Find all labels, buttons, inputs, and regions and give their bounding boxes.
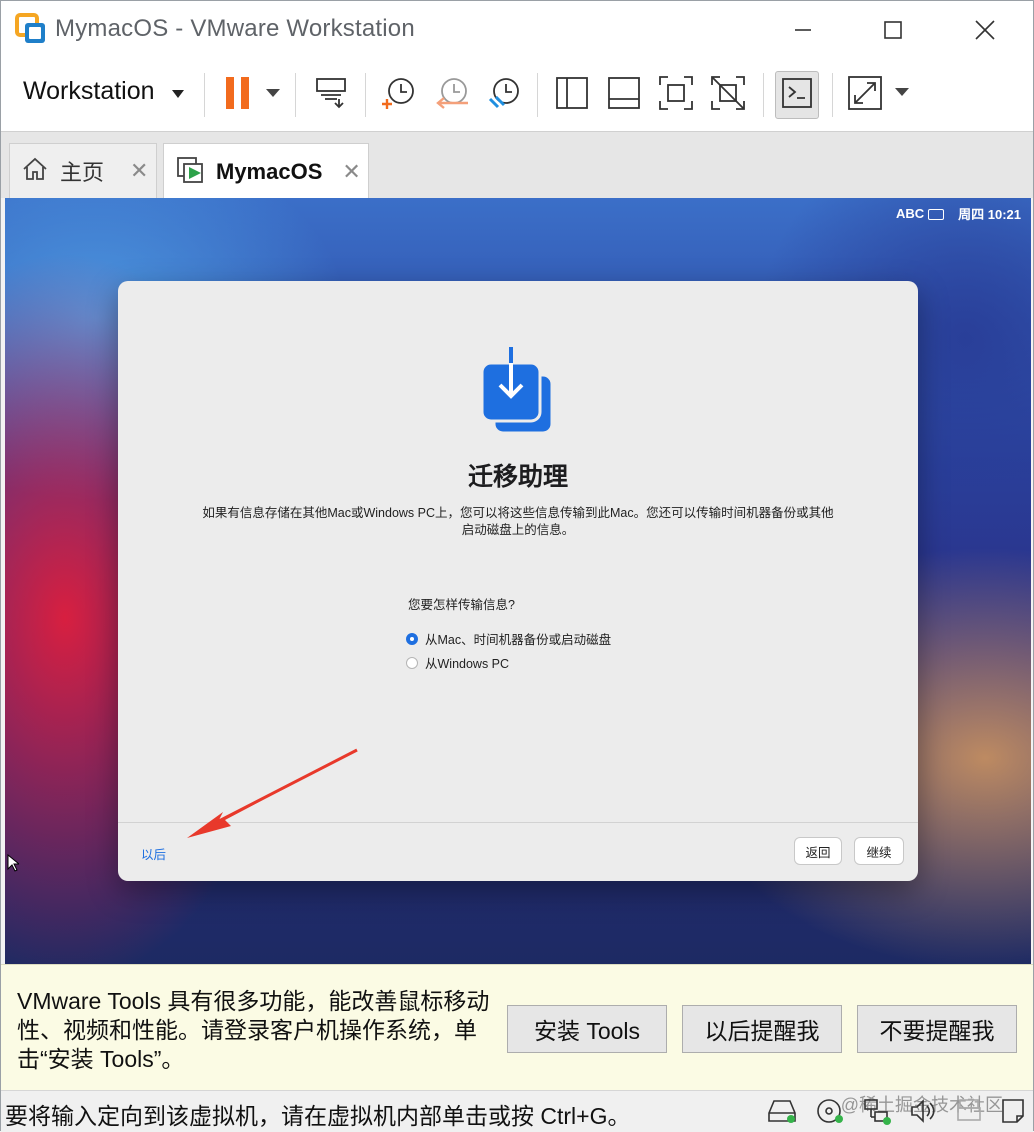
printer-icon[interactable] [955, 1097, 983, 1130]
tools-message: VMware Tools 具有很多功能，能改善鼠标移动性、视频和性能。请登录客户… [17, 988, 490, 1072]
take-snapshot-button[interactable] [376, 71, 422, 119]
manage-snapshots-icon [484, 73, 524, 118]
manage-snapshots-button[interactable] [481, 71, 527, 119]
stretch-guest-icon [845, 74, 911, 117]
vm-running-icon [176, 154, 206, 189]
toolbar-divider [365, 73, 366, 117]
full-screen-button[interactable] [653, 71, 699, 119]
take-snapshot-icon [379, 73, 419, 118]
device-status-icons [765, 1097, 1027, 1130]
tab-home-label: 主页 [60, 160, 105, 185]
sound-card-icon[interactable] [909, 1097, 939, 1130]
unity-icon [709, 74, 747, 117]
revert-snapshot-button[interactable] [429, 71, 475, 119]
toolbar-divider [295, 73, 296, 117]
chevron-down-icon [171, 77, 185, 106]
send-ctrl-alt-del-button[interactable] [306, 71, 356, 119]
home-icon [22, 156, 48, 187]
full-screen-icon [657, 74, 695, 117]
vm-guest-screen[interactable]: ABC 周四 10:21 迁移助理 如果有信息存储在其他Mac或Windows … [5, 198, 1031, 964]
workstation-menu[interactable]: Workstation [23, 77, 185, 106]
workstation-menu-label: Workstation [23, 77, 155, 105]
revert-snapshot-icon [432, 73, 472, 118]
show-library-button[interactable] [549, 71, 595, 119]
show-thumbnail-bar-button[interactable] [601, 71, 647, 119]
vmware-window: MymacOS - VMware Workstation Workstation [0, 0, 1034, 1132]
hard-disk-icon[interactable] [765, 1097, 799, 1130]
console-view-button[interactable] [775, 71, 819, 119]
toolbar-divider [763, 73, 764, 117]
remind-later-button[interactable]: 以后提醒我 [682, 1005, 842, 1053]
tab-mymacos-close-icon[interactable]: ✕ [342, 159, 360, 185]
message-log-icon[interactable] [999, 1097, 1027, 1130]
tab-mymacos-label: MymacOS [216, 158, 323, 184]
toolbar-divider [537, 73, 538, 117]
minimize-button[interactable] [773, 11, 833, 49]
stretch-guest-button[interactable] [843, 71, 913, 119]
network-adapter-icon[interactable] [861, 1097, 893, 1130]
tab-home[interactable]: 主页 ✕ [9, 143, 157, 198]
close-button[interactable] [955, 11, 1015, 49]
install-tools-button[interactable]: 安装 Tools [507, 1005, 667, 1053]
never-remind-button[interactable]: 不要提醒我 [857, 1005, 1017, 1053]
toolbar: Workstation [1, 59, 1033, 132]
vmware-tools-notification: VMware Tools 具有很多功能，能改善鼠标移动性、视频和性能。请登录客户… [1, 964, 1033, 1091]
vmware-logo-icon [15, 13, 47, 47]
pause-icon [222, 75, 282, 116]
pause-button[interactable] [219, 71, 285, 119]
send-ctrl-alt-del-icon [311, 73, 351, 118]
tab-home-close-icon[interactable]: ✕ [130, 158, 148, 184]
tab-mymacos[interactable]: MymacOS ✕ [163, 143, 369, 199]
show-library-icon [554, 75, 590, 116]
title-bar: MymacOS - VMware Workstation [1, 1, 1033, 59]
show-thumbnail-bar-icon [606, 75, 642, 116]
annotation-arrow [187, 748, 358, 838]
console-view-icon [780, 76, 814, 115]
window-title: MymacOS - VMware Workstation [55, 15, 415, 42]
toolbar-divider [204, 73, 205, 117]
status-message: 要将输入定向到该虚拟机，请在虚拟机内部单击或按 Ctrl+G。 [5, 1103, 631, 1129]
maximize-button[interactable] [863, 11, 923, 49]
toolbar-divider [832, 73, 833, 117]
cd-dvd-icon[interactable] [815, 1097, 845, 1130]
mouse-cursor-icon [7, 853, 21, 877]
unity-button[interactable] [705, 71, 751, 119]
tab-strip: 主页 ✕ MymacOS ✕ [1, 132, 1033, 199]
status-bar: 要将输入定向到该虚拟机，请在虚拟机内部单击或按 Ctrl+G。 @稀土掘金技术社… [1, 1090, 1033, 1132]
